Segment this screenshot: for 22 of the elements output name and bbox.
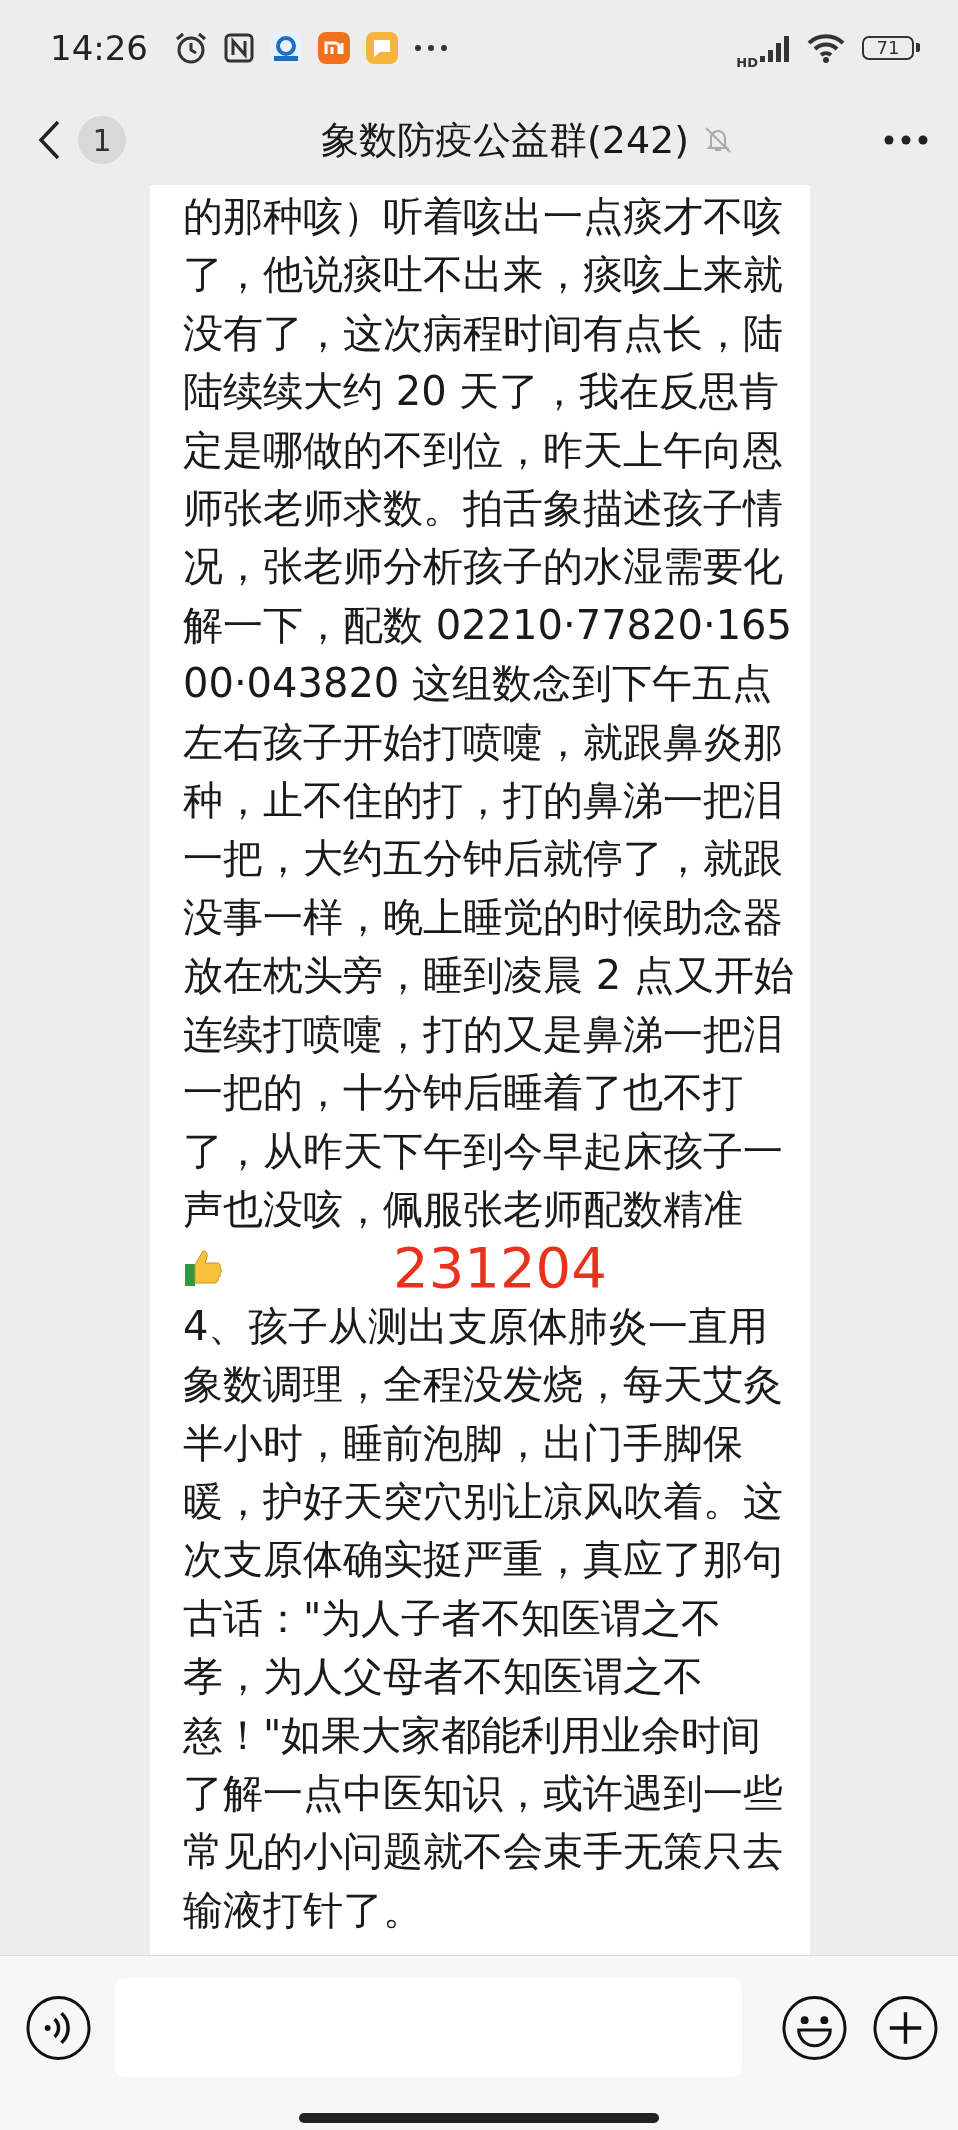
network-label: HD xyxy=(736,55,758,70)
alarm-clock-icon xyxy=(174,30,208,65)
battery-level: 71 xyxy=(862,35,914,60)
nfc-icon xyxy=(224,32,254,63)
thumbs-up-icon xyxy=(183,1247,223,1288)
clock-time: 14:26 xyxy=(50,27,148,68)
app-icon xyxy=(366,31,398,64)
back-icon[interactable] xyxy=(38,120,60,160)
app-icon xyxy=(270,31,302,64)
more-icon xyxy=(414,43,448,52)
more-icon[interactable] xyxy=(884,135,928,145)
signal-icon xyxy=(760,33,790,62)
message-text: 4、孩子从测出支原体肺炎一直用象数调理，全程没发烧，每天艾灸半小时，睡前泡脚，出门手脚保暖，护好天突穴别让凉风吹着。这次支原体确实挺严重，真应了那句古话："为人子者不知医谓之不孝，为人父母者不知医谓之不慈！"如果大家都能利用业余时间了解一点中医知识，或许遇到一些常见的小问题就不会束手无策只去输液打针了。 xyxy=(183,1301,784,1935)
add-icon[interactable] xyxy=(873,1994,938,2061)
chat-title: 象数防疫公益群(242) xyxy=(320,116,690,164)
emoji-icon[interactable] xyxy=(782,1994,848,2061)
wifi-icon xyxy=(806,32,846,63)
message-text: 的那种咳）听着咳出一点痰才不咳了，他说痰吐不出来，痰咳上来就没有了，这次病程时间有点长，陆陆续续大约 20 天了，我在反思肯定是哪做的不到位，昨天上午向恩师张老师求数。拍舌象描述孩子情况，张老师分析孩子的水湿需要化解一下，配数 02210·77820·16500·043820 这组数念到下午五点左右孩子开始打喷嚏，就跟鼻炎那种，止不住的打，打的鼻涕一把泪一把，大约五分钟后就停了，就跟没事一样，晚上睡觉的时候助念器放在枕头旁，睡到凌晨 2 点又开始连续打喷嚏，打的又是鼻涕一把泪一把的，十分钟后睡着了也不打了，从昨天下午到今早起床孩子一声也没咳，佩服张老师配数精准 xyxy=(183,192,795,1234)
voice-icon[interactable] xyxy=(26,1994,91,2061)
stamp-number: 231204 xyxy=(393,1238,607,1297)
app-icon xyxy=(318,31,350,64)
unread-badge: 1 xyxy=(78,116,126,164)
